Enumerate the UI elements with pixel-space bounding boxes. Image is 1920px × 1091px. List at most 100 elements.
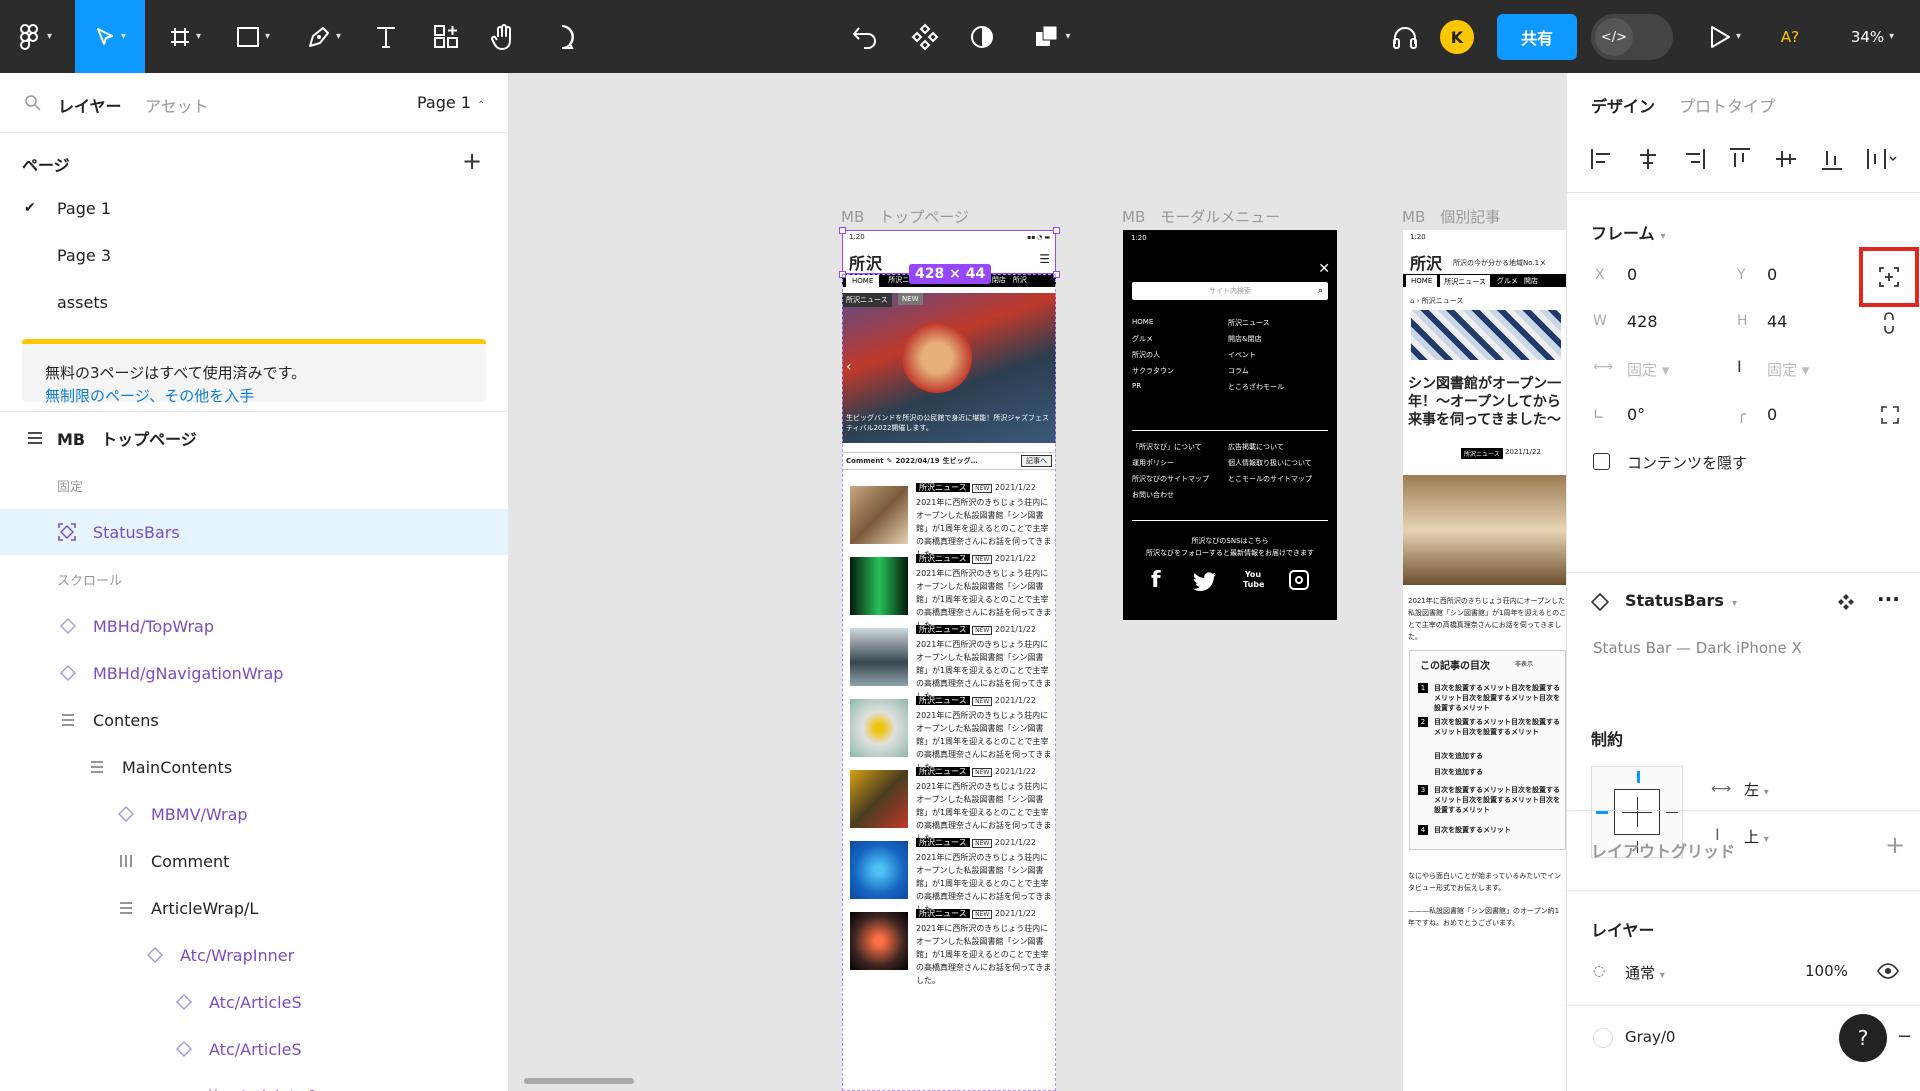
layer-row[interactable]: MainContents bbox=[0, 744, 508, 790]
distribute-icon[interactable] bbox=[1865, 146, 1899, 172]
vertical-resizing-select[interactable]: 固定 ▾ bbox=[1767, 359, 1809, 380]
boolean-button[interactable]: ▾ bbox=[1025, 0, 1080, 73]
layer-row[interactable]: Contens bbox=[0, 697, 508, 743]
layer-row[interactable]: MBHd/TopWrap bbox=[0, 603, 508, 649]
nav-home[interactable]: HOME bbox=[846, 275, 880, 287]
youtube-icon[interactable]: You Tube bbox=[1243, 570, 1264, 592]
share-button[interactable]: 共有 bbox=[1497, 14, 1577, 60]
add-page-icon[interactable]: + bbox=[462, 147, 482, 175]
modal-menu-frame[interactable]: 1:20 ✕ サイト内検索 ⌕ HOME グルメ 所沢の人 サクラタウン PR 所沢ニュー… bbox=[1123, 230, 1337, 620]
article-card[interactable]: 所沢ニュース NEW 2021/1/22 2021年に西所沢のきちじょう荘内にオー… bbox=[850, 766, 1051, 846]
modal-footer-link[interactable]: 広告掲載について bbox=[1228, 442, 1284, 452]
align-right-icon[interactable] bbox=[1681, 146, 1707, 172]
shape-tool-button[interactable]: ▾ bbox=[225, 0, 281, 73]
resize-handle-tr[interactable] bbox=[1053, 227, 1060, 234]
article-card[interactable]: 所沢ニュース NEW 2021/1/22 2021年に西所沢のきちじょう荘内にオー… bbox=[850, 695, 1051, 775]
add-layout-grid-icon[interactable]: + bbox=[1885, 831, 1905, 859]
layer-row[interactable]: Atc/ArticleS bbox=[0, 1026, 508, 1072]
layer-row[interactable]: MBHd/gNavigationWrap bbox=[0, 650, 508, 696]
h-constraint-select[interactable]: 左 ▾ bbox=[1744, 779, 1769, 800]
dev-mode-toggle[interactable]: </> bbox=[1591, 14, 1673, 60]
page-item-1[interactable]: Page 1 bbox=[57, 199, 111, 218]
component-swap-button[interactable] bbox=[845, 0, 885, 73]
main-menu-button[interactable]: ▾ bbox=[8, 0, 64, 73]
blend-mode-select[interactable]: 通常 ▾ bbox=[1625, 962, 1665, 983]
audio-button[interactable] bbox=[1385, 0, 1425, 73]
go-to-main-component-icon[interactable] bbox=[1837, 593, 1855, 611]
instagram-icon[interactable] bbox=[1289, 570, 1309, 590]
missing-fonts-button[interactable]: A? bbox=[1770, 0, 1810, 73]
fill-style-name[interactable]: Gray/0 bbox=[1625, 1028, 1675, 1046]
hero-image[interactable]: 所沢ニュース NEW ‹ 生ビッグバンドを所沢の公民館で身近に堪能！所沢ジャズフ… bbox=[842, 293, 1056, 443]
present-button[interactable]: ▾ bbox=[1700, 0, 1750, 73]
upgrade-link[interactable]: 無制限のページ、その他を入手 bbox=[45, 385, 254, 406]
comment-button[interactable]: 記事へ bbox=[1021, 455, 1052, 467]
contrast-button[interactable] bbox=[962, 0, 1002, 73]
page-selector[interactable]: Page 1 ⌃ bbox=[417, 93, 485, 112]
modal-search-input[interactable]: サイト内検索 ⌕ bbox=[1132, 282, 1328, 300]
nav-more[interactable]: 所沢 bbox=[1011, 274, 1029, 287]
layer-row[interactable]: MBMV/Wrap bbox=[0, 791, 508, 837]
article-card[interactable]: 所沢ニュース NEW 2021/1/22 2021年に西所沢のきちじょう荘内にオー… bbox=[850, 482, 1051, 562]
modal-menu-item[interactable]: 所沢の人 bbox=[1132, 350, 1160, 360]
resources-tool-button[interactable] bbox=[425, 0, 467, 73]
align-left-icon[interactable] bbox=[1589, 146, 1615, 172]
frame-tool-button[interactable]: ▾ bbox=[160, 0, 210, 73]
modal-menu-item[interactable]: HOME bbox=[1132, 318, 1153, 326]
remove-fill-icon[interactable]: − bbox=[1897, 1026, 1912, 1047]
frame-header[interactable]: フレーム ▾ bbox=[1591, 220, 1666, 244]
align-bottom-icon[interactable] bbox=[1819, 146, 1845, 172]
help-button[interactable]: ? bbox=[1839, 1014, 1887, 1062]
layer-row[interactable]: Atc/WrapInner bbox=[0, 932, 508, 978]
rotation-input[interactable]: 0° bbox=[1627, 405, 1645, 424]
breadcrumb[interactable]: ⌂ › 所沢ニュース bbox=[1410, 296, 1463, 306]
frame-title-modal[interactable]: MB モーダルメニュー bbox=[1122, 206, 1280, 227]
tab-layers[interactable]: レイヤー bbox=[58, 93, 122, 117]
modal-footer-link[interactable]: お問い合わせ bbox=[1132, 490, 1174, 500]
frame-title-article[interactable]: MB 個別記事 bbox=[1402, 206, 1500, 227]
close-icon[interactable]: ✕ bbox=[1318, 261, 1330, 277]
hand-tool-button[interactable] bbox=[483, 0, 525, 73]
horizontal-resizing-select[interactable]: 固定 ▾ bbox=[1627, 359, 1669, 380]
article-card[interactable]: 所沢ニュース NEW 2021/1/22 2021年に西所沢のきちじょう荘内にオー… bbox=[850, 553, 1051, 633]
prev-arrow-icon[interactable]: ‹ bbox=[846, 359, 852, 375]
facebook-icon[interactable]: f bbox=[1151, 568, 1161, 593]
component-name[interactable]: StatusBars ▾ bbox=[1625, 591, 1737, 610]
toc-toggle[interactable]: 非表示 bbox=[1515, 659, 1533, 668]
user-avatar[interactable]: K bbox=[1440, 20, 1474, 54]
resize-handle-tl[interactable] bbox=[839, 227, 846, 234]
y-input[interactable]: 0 bbox=[1767, 265, 1777, 284]
zoom-menu[interactable]: 34% ▾ bbox=[1840, 0, 1905, 73]
layer-row[interactable]: StatusBars bbox=[0, 509, 508, 555]
modal-menu-item[interactable]: PR bbox=[1132, 382, 1141, 390]
canvas[interactable]: MB トップページ MB モーダルメニュー MB 個別記事 1:20 ▪▪ ◔ … bbox=[509, 73, 1566, 1091]
fill-swatch[interactable] bbox=[1593, 1028, 1613, 1048]
article-nav-gourmet[interactable]: グルメ bbox=[1493, 274, 1522, 287]
modal-footer-link[interactable]: とこモールのサイトマップ bbox=[1228, 474, 1312, 484]
modal-menu-item[interactable]: ところざわモール bbox=[1228, 382, 1284, 392]
frame-title-top[interactable]: MB トップページ bbox=[841, 206, 969, 227]
modal-menu-item[interactable]: サクラタウン bbox=[1132, 366, 1174, 376]
opacity-input[interactable]: 100% bbox=[1805, 962, 1848, 980]
article-card[interactable]: 所沢ニュース NEW 2021/1/22 2021年に西所沢のきちじょう荘内にオー… bbox=[850, 624, 1051, 704]
modal-footer-link[interactable]: 「所沢なび」について bbox=[1132, 442, 1202, 452]
tab-assets[interactable]: アセット bbox=[145, 93, 209, 117]
components-button[interactable] bbox=[905, 0, 945, 73]
layer-row[interactable]: MB トップページ bbox=[0, 415, 508, 461]
layer-row[interactable]: ArticleLeft bbox=[0, 1073, 508, 1091]
resize-handle-bl[interactable] bbox=[839, 271, 846, 278]
tab-design[interactable]: デザイン bbox=[1591, 93, 1655, 117]
text-tool-button[interactable] bbox=[365, 0, 407, 73]
corner-radius-input[interactable]: 0 bbox=[1767, 405, 1777, 424]
constraint-top-indicator[interactable] bbox=[1637, 771, 1640, 783]
resize-handle-br[interactable] bbox=[1053, 271, 1060, 278]
page-item-3[interactable]: assets bbox=[57, 293, 108, 312]
pen-tool-button[interactable]: ▾ bbox=[296, 0, 352, 73]
article-card[interactable]: 所沢ニュース NEW 2021/1/22 2021年に西所沢のきちじょう荘内にオー… bbox=[850, 908, 1051, 988]
horizontal-scrollbar[interactable] bbox=[524, 1078, 634, 1084]
more-options-icon[interactable]: ··· bbox=[1877, 587, 1900, 611]
article-card[interactable]: 所沢ニュース NEW 2021/1/22 2021年に西所沢のきちじょう荘内にオー… bbox=[850, 837, 1051, 917]
move-tool-button[interactable]: ▾ bbox=[75, 0, 145, 73]
modal-footer-link[interactable]: 運用ポリシー bbox=[1132, 458, 1174, 468]
twitter-icon[interactable] bbox=[1193, 572, 1217, 592]
